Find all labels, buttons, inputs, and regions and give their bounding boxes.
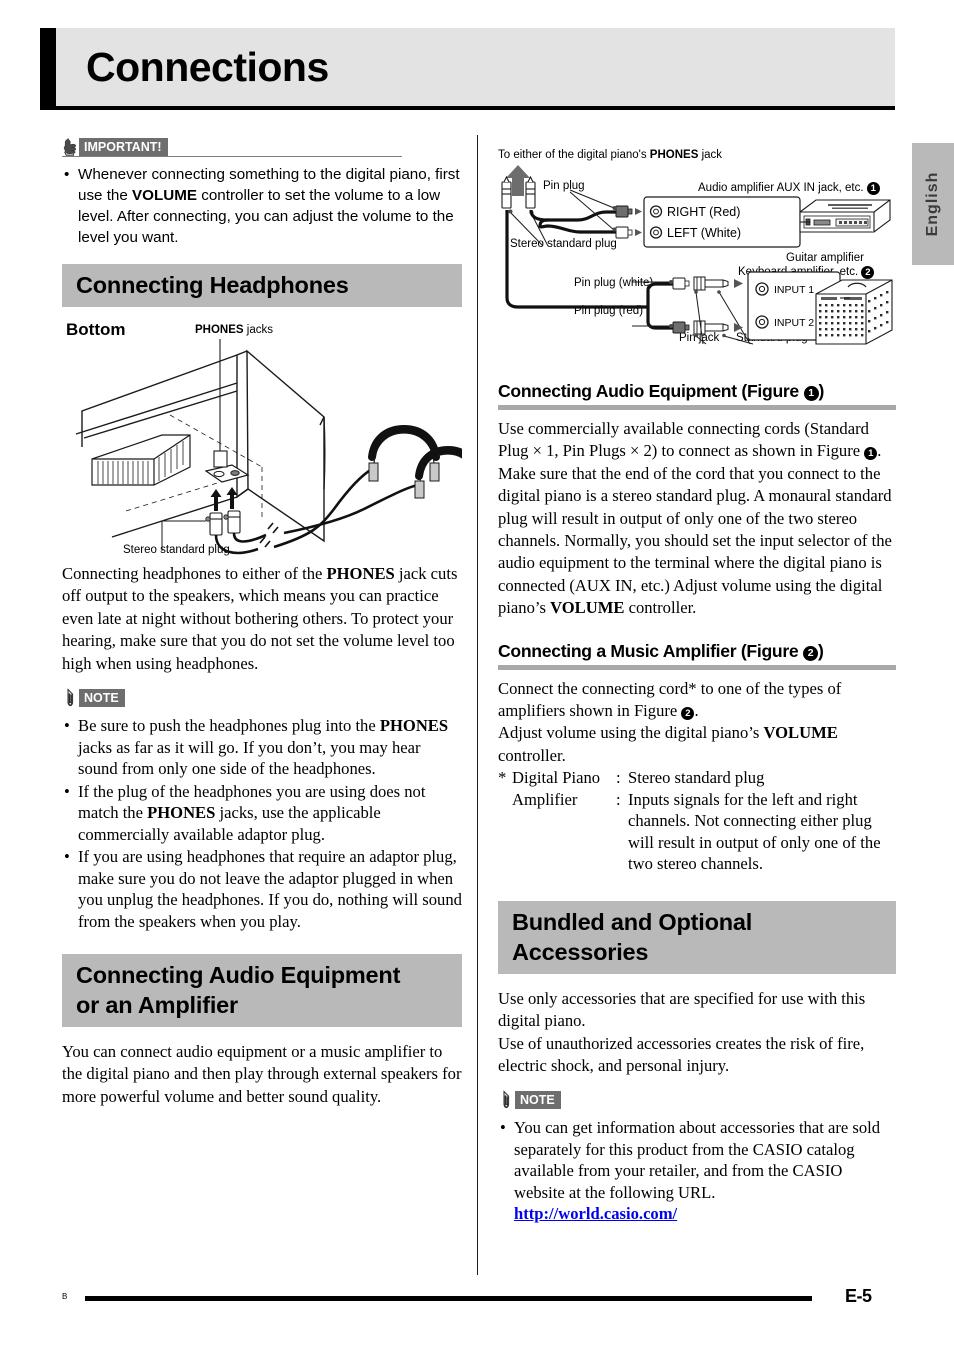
- accessories-note-block: NOTE You can get information about acces…: [498, 1090, 896, 1225]
- section-heading-line1: Connecting Audio Equipment: [76, 962, 401, 989]
- headphones-illustration: [75, 339, 462, 555]
- definition-star-blank: [498, 789, 512, 875]
- note-badge-label: NOTE: [515, 1091, 561, 1110]
- audio-equipment-paragraph: You can connect audio equipment or a mus…: [62, 1042, 462, 1106]
- subheading-rule: [498, 405, 896, 410]
- diagram-top-caption-pre: To either of the digital piano's: [498, 149, 650, 161]
- headphones-note-list: Be sure to push the headphones plug into…: [62, 715, 462, 932]
- figure-number-badge-1: 1: [864, 447, 878, 461]
- svg-text:INPUT 1: INPUT 1: [774, 284, 814, 296]
- definition-colon: :: [616, 789, 621, 809]
- important-badge-label: IMPORTANT!: [79, 138, 168, 156]
- important-bullet-list: Whenever connecting something to the dig…: [62, 164, 462, 248]
- list-item: If the plug of the headphones you are us…: [62, 781, 462, 846]
- subheading-amp-pre: Connecting a Music Amplifier (Figure: [498, 640, 803, 661]
- right-column: To either of the digital piano's PHONES …: [498, 148, 896, 1226]
- footer-rule: [85, 1296, 812, 1301]
- pencil-icon: [62, 688, 78, 707]
- note-badge-row: NOTE: [498, 1090, 896, 1113]
- language-tab-label: English: [924, 171, 941, 237]
- list-item: If you are using headphones that require…: [62, 846, 462, 932]
- diagram-top-caption: To either of the digital piano's PHONES …: [498, 148, 722, 162]
- connection-diagram: To either of the digital piano's PHONES …: [498, 148, 896, 360]
- headphones-figure: Bottom PHONES jacks Stereo standard plug: [62, 321, 462, 563]
- figure-number-badge-1: 1: [803, 386, 819, 401]
- subheading-rule: [498, 664, 896, 670]
- section-heading-line2: or an Amplifier: [76, 992, 238, 1019]
- figure-number-badge-2: 2: [802, 645, 818, 661]
- bottom-label: Bottom: [66, 320, 126, 339]
- section-heading-connecting-audio-equipment: Connecting Audio Equipment or an Amplifi…: [62, 954, 462, 1028]
- diagram-top-caption-bold: PHONES: [649, 149, 699, 161]
- figure-number-badge-2: 2: [681, 707, 695, 721]
- amplifier-definition-list: * Digital Piano : Stereo standard plug A…: [498, 767, 896, 875]
- section-heading-bundled-accessories: Bundled and Optional Accessories: [498, 900, 896, 974]
- list-item: Be sure to push the headphones plug into…: [62, 715, 462, 780]
- amplifier-paragraph-1: Connect the connecting cord* to one of t…: [498, 678, 896, 723]
- footer-mark: B: [62, 1292, 68, 1301]
- amplifier-paragraph-1-post: .: [694, 701, 699, 721]
- left-column: IMPORTANT! Whenever connecting something…: [62, 138, 462, 1122]
- phones-jacks-label-bold: PHONES: [195, 324, 244, 336]
- important-block: IMPORTANT! Whenever connecting something…: [62, 138, 462, 248]
- important-badge-rule: [62, 156, 402, 157]
- important-badge-row: IMPORTANT!: [62, 138, 462, 160]
- note-badge-row: NOTE: [62, 688, 462, 711]
- accessories-note-text: You can get information about accessorie…: [514, 1118, 881, 1202]
- accessories-note-list: You can get information about accessorie…: [498, 1117, 896, 1225]
- subheading-amp-post: ): [817, 640, 824, 661]
- accessories-paragraph-1: Use only accessories that are specified …: [498, 988, 866, 1031]
- diagram-top-caption-post: jack: [698, 149, 723, 161]
- accessories-heading-line2: Accessories: [512, 938, 649, 965]
- subheading-connecting-music-amplifier: Connecting a Music Amplifier (Figure 2): [498, 640, 896, 662]
- definition-row-amplifier: Amplifier : Inputs signals for the left …: [498, 789, 896, 875]
- definition-star: *: [498, 768, 507, 788]
- svg-text:RIGHT (Red): RIGHT (Red): [667, 205, 740, 219]
- headphones-note-block: NOTE Be sure to push the headphones plug…: [62, 688, 462, 932]
- headphones-paragraph: Connecting headphones to either of the P…: [62, 564, 458, 673]
- svg-text:INPUT 2: INPUT 2: [774, 317, 814, 329]
- definition-term-digital-piano: Digital Piano: [512, 768, 601, 788]
- accessories-heading-line1: Bundled and Optional: [512, 908, 753, 935]
- phones-jacks-label: PHONES jacks: [195, 323, 273, 337]
- phones-jacks-label-rest: jacks: [243, 324, 273, 336]
- list-item: You can get information about accessorie…: [498, 1117, 896, 1225]
- definition-desc-digital-piano: Stereo standard plug: [628, 768, 765, 788]
- definition-colon: :: [616, 768, 621, 788]
- pencil-icon: [498, 1090, 514, 1109]
- note-badge-label: NOTE: [79, 689, 125, 708]
- list-item: Whenever connecting something to the dig…: [62, 164, 462, 248]
- accessories-paragraph-2: Use of unauthorized accessories creates …: [498, 1033, 865, 1075]
- section-heading-connecting-headphones: Connecting Headphones: [62, 264, 462, 307]
- column-divider: [477, 135, 478, 1275]
- language-tab: English: [912, 143, 954, 265]
- svg-text:LEFT (White): LEFT (White): [667, 226, 741, 240]
- manual-page: Connections English IMPORTANT! Whenever …: [0, 0, 954, 1350]
- chapter-header-underline: [40, 106, 895, 110]
- subheading-connecting-audio-equipment: Connecting Audio Equipment (Figure 1): [498, 380, 896, 402]
- chapter-header: Connections: [40, 28, 895, 110]
- definition-term-amplifier: Amplifier: [512, 789, 578, 809]
- casio-website-link[interactable]: http://world.casio.com/: [514, 1204, 677, 1223]
- definition-row-digital-piano: * Digital Piano : Stereo standard plug: [498, 767, 896, 789]
- definition-desc-amplifier: Inputs signals for the left and right ch…: [628, 789, 881, 874]
- chapter-header-black-bar: [40, 28, 56, 106]
- connection-diagram-illustration: RIGHT (Red) LEFT (White) INPUT 1 INPUT 2: [501, 165, 893, 345]
- subheading-audio-pre: Connecting Audio Equipment (Figure: [498, 381, 804, 401]
- audio-section-paragraph: Use commercially available connecting co…: [498, 419, 892, 618]
- subheading-audio-post: ): [818, 381, 825, 401]
- amplifier-paragraph-1-pre: Connect the connecting cord* to one of t…: [498, 678, 842, 721]
- amplifier-paragraph-2: Adjust volume using the digital piano’s …: [498, 723, 838, 765]
- page-title: Connections: [86, 44, 329, 90]
- footer-page-number: E-5: [845, 1286, 872, 1306]
- pointing-hand-icon: [62, 137, 78, 156]
